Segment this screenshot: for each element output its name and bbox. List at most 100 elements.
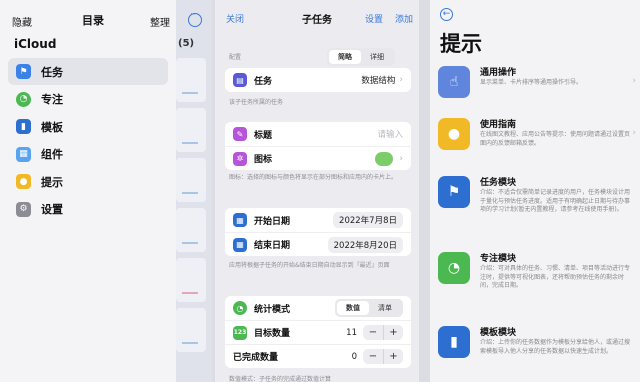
background-card: [176, 258, 206, 302]
tip-title: 任务模块: [480, 178, 517, 188]
close-button[interactable]: 关闭: [226, 12, 244, 25]
sidebar-menu: ⚑ 任务 ◔ 专注 ▮ 模板 ▦ 组件 ● 提示 ⚙ 设置: [8, 58, 168, 223]
sidebar-item-templates[interactable]: ▮ 模板: [8, 113, 168, 140]
chevron-right-icon: ›: [399, 75, 403, 85]
sparkle-icon: ✲: [233, 151, 247, 166]
clock-icon: ◔: [438, 252, 470, 284]
clock-icon: ◔: [16, 91, 31, 107]
add-button[interactable]: 添加: [395, 12, 413, 25]
task-icon: ▤: [233, 73, 247, 87]
subtask-title: 子任务: [302, 15, 332, 26]
config-label: 配置: [229, 54, 242, 61]
icloud-section-title: iCloud: [14, 37, 57, 51]
sidebar-item-tips[interactable]: ● 提示: [8, 168, 168, 195]
lightbulb-icon: ●: [438, 118, 470, 150]
tip-title: 通用操作: [480, 68, 517, 78]
calendar-end-icon: ▦: [233, 237, 247, 252]
increment-button[interactable]: +: [383, 349, 403, 364]
sidebar-item-label: 组件: [41, 148, 63, 161]
sidebar: 隐藏 目录 整理 iCloud ⚑ 任务 ◔ 专注 ▮ 模板 ▦ 组件 ● 提示…: [0, 0, 176, 382]
stat-mode-segment: 数值 清单: [335, 299, 403, 317]
task-label: 任务: [254, 76, 273, 87]
start-date-label: 开始日期: [254, 216, 291, 227]
stat-card: ◔ 统计模式 数值 清单 123 目标数量 11 − + 已完成数量 0 − +: [225, 296, 411, 368]
tap-icon: ☝: [438, 66, 470, 98]
back-icon[interactable]: ←: [440, 8, 453, 21]
task-row[interactable]: ▤ 任务 数据结构 ›: [225, 68, 411, 92]
tip-template-module[interactable]: ▮ 模板模块 介绍：上传你的任务数据作为模板分享给他人，或通过搜索模板导入他人分…: [438, 322, 638, 382]
icon-note: 图标：选择的图标与颜色将显示在部分图标和应用内的卡片上。: [229, 174, 398, 181]
organize-button[interactable]: 整理: [150, 14, 170, 29]
tip-desc: 显示菜单、卡片排序等通用操作引导。: [480, 79, 583, 86]
tip-title: 专注模块: [480, 254, 517, 264]
tip-desc: 在线图文教程、应用公告等提示：使用问题请通过设置页面内的反馈邮箱反馈。: [480, 131, 631, 147]
date-note: 应用将根据子任务的开始&结束日期自动显示到『最近』页面: [229, 262, 390, 269]
segment-simple[interactable]: 简略: [329, 50, 361, 64]
end-date-label: 结束日期: [254, 241, 291, 251]
done-count-value: 0: [351, 351, 357, 362]
background-card: [176, 308, 206, 352]
tip-title: 使用指南: [480, 120, 517, 130]
icon-row[interactable]: ✲ 图标 ›: [225, 146, 411, 170]
sidebar-item-label: 提示: [41, 175, 63, 189]
tip-desc: 介绍：可对具体的任务、习惯、清单、项目等活动进行专注时，提供等可视化图表，还将帮…: [480, 265, 631, 290]
target-count-label: 目标数量: [254, 329, 291, 339]
title-label: 标题: [254, 130, 273, 141]
increment-button[interactable]: +: [383, 325, 403, 340]
background-card: [176, 108, 206, 152]
sidebar-item-label: 模板: [41, 120, 63, 134]
pencil-icon: ✎: [233, 127, 247, 141]
tip-task-module[interactable]: ⚑ 任务模块 介绍：不适合仅需简单记录进度的用户，任务模块设计用于量化与预估任务…: [438, 172, 638, 236]
decrement-button[interactable]: −: [363, 349, 383, 364]
end-date-picker[interactable]: 2022年8月20日: [327, 236, 403, 253]
sidebar-item-widgets[interactable]: ▦ 组件: [8, 141, 168, 168]
title-input[interactable]: 请输入: [377, 128, 403, 140]
sidebar-item-settings[interactable]: ⚙ 设置: [8, 196, 168, 223]
background-count: (5): [178, 38, 195, 49]
subtask-panel: 关闭 子任务 设置 添加 配置 简略 详细 ▤ 任务 数据结构 › 该子任务所属的…: [215, 0, 419, 382]
tips-title: 提示: [440, 32, 482, 56]
start-date-picker[interactable]: 2022年7月8日: [333, 212, 403, 228]
gear-icon: ⚙: [16, 201, 31, 217]
title-row: ✎ 标题 请输入: [225, 122, 411, 146]
calendar-icon: ▦: [233, 213, 247, 227]
background-card: [176, 158, 206, 202]
target-count-row: 123 目标数量 11 − +: [225, 320, 411, 344]
tip-focus-module[interactable]: ◔ 专注模块 介绍：可对具体的任务、习惯、清单、项目等活动进行专注时，提供等可视…: [438, 248, 638, 312]
tips-panel: ← 提示 ☝ 通用操作 显示菜单、卡片排序等通用操作引导。 › ● 使用指南 在…: [430, 0, 640, 382]
catalog-panel: (5) 隐藏 目录 整理 iCloud ⚑ 任务 ◔ 专注 ▮ 模板 ▦ 组件 …: [0, 0, 212, 382]
sidebar-item-tasks[interactable]: ⚑ 任务: [8, 58, 168, 85]
task-note: 该子任务所属的任务: [229, 99, 284, 106]
sidebar-item-focus[interactable]: ◔ 专注: [8, 86, 168, 113]
segment-detail[interactable]: 详细: [361, 50, 393, 64]
chevron-right-icon: ›: [399, 153, 403, 164]
icon-label: 图标: [254, 155, 273, 165]
sidebar-item-label: 设置: [41, 203, 63, 216]
chevron-right-icon: ›: [632, 76, 636, 86]
decrement-button[interactable]: −: [363, 325, 383, 340]
end-date-row: ▦ 结束日期 2022年8月20日: [225, 232, 411, 256]
more-icon[interactable]: [188, 10, 202, 27]
target-count-stepper: − +: [363, 325, 403, 340]
settings-button[interactable]: 设置: [365, 12, 383, 25]
number-icon: 123: [233, 325, 247, 340]
flag-icon: ⚑: [16, 64, 31, 79]
chevron-right-icon: ›: [632, 128, 636, 138]
tip-guide[interactable]: ● 使用指南 在线图文教程、应用公告等提示：使用问题请通过设置页面内的反馈邮箱反…: [438, 114, 638, 178]
sidebar-item-label: 专注: [41, 93, 63, 106]
sidebar-item-label: 任务: [41, 65, 63, 79]
hide-button[interactable]: 隐藏: [12, 14, 32, 29]
background-card: [176, 58, 206, 102]
background-card: [176, 208, 206, 252]
task-card: ▤ 任务 数据结构 ›: [225, 68, 411, 92]
segment-list[interactable]: 清单: [369, 301, 401, 315]
tip-title: 模板模块: [480, 328, 517, 338]
bookmark-icon: ▮: [16, 119, 31, 134]
widgets-icon: ▦: [16, 146, 31, 162]
segment-count[interactable]: 数值: [337, 301, 369, 315]
catalog-title: 目录: [82, 14, 104, 27]
lightbulb-icon: ●: [16, 174, 31, 189]
stat-icon: ◔: [233, 301, 247, 315]
stat-mode-label: 统计模式: [254, 304, 291, 315]
stat-mode-row: ◔ 统计模式 数值 清单: [225, 296, 411, 320]
